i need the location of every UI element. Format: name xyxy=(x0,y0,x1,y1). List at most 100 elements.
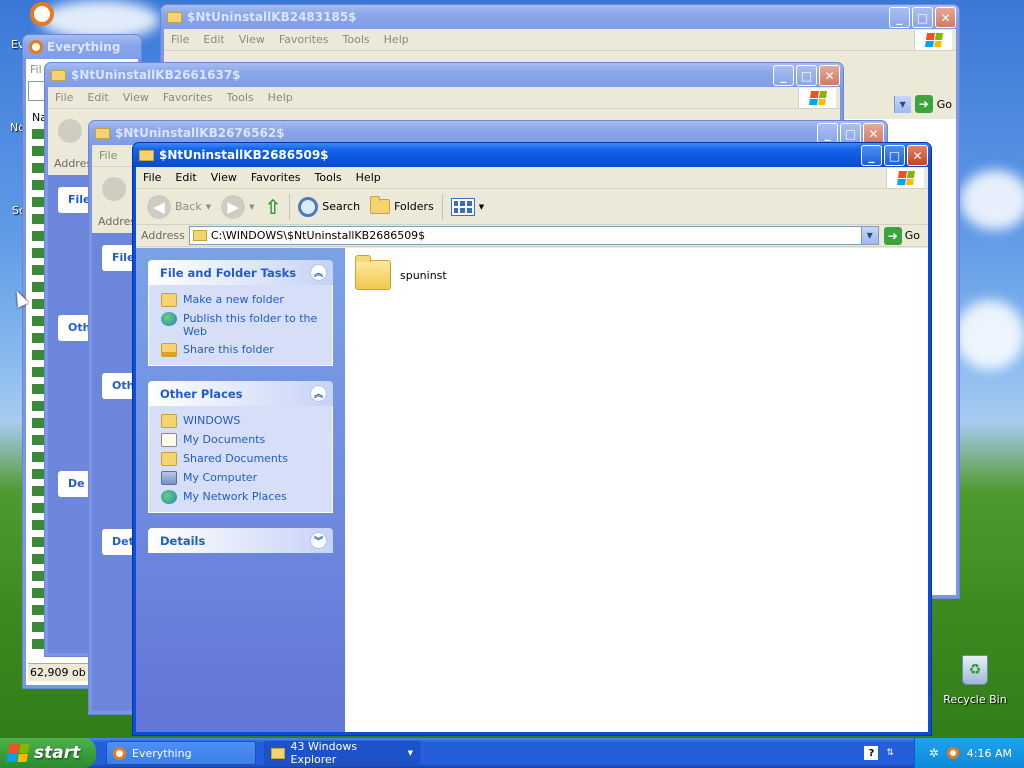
help-icon[interactable]: ? xyxy=(864,746,879,760)
maximize-button[interactable]: □ xyxy=(884,145,905,166)
folders-icon xyxy=(370,196,391,214)
address-label: Addres xyxy=(98,215,137,228)
minimize-button[interactable]: _ xyxy=(817,123,838,144)
recycle-bin-label: Recycle Bin xyxy=(943,693,1007,706)
folders-button[interactable]: Folders xyxy=(365,192,439,222)
menu-help[interactable]: Help xyxy=(261,91,300,104)
menu-file[interactable]: File xyxy=(48,91,80,104)
search-label: Search xyxy=(322,200,361,213)
everything-desktop-icon[interactable] xyxy=(30,2,54,26)
tray-settings-icon[interactable]: ✲ xyxy=(929,746,939,760)
views-button[interactable]: ▼ xyxy=(446,192,489,222)
folder-icon xyxy=(51,69,66,81)
menu-bar: File Edit View Favorites Tools Help xyxy=(164,29,956,51)
toolbar-separator xyxy=(289,193,291,220)
place-windows[interactable]: WINDOWS xyxy=(161,414,322,428)
start-button[interactable]: start xyxy=(0,738,96,768)
search-icon xyxy=(298,196,319,217)
file-name: spuninst xyxy=(400,268,447,282)
address-value: C:\WINDOWS\$NtUninstallKB2686509$ xyxy=(210,229,426,242)
task-make-new-folder[interactable]: Make a new folder xyxy=(161,293,322,307)
menu-view[interactable]: View xyxy=(232,33,272,46)
search-button[interactable]: Search xyxy=(293,192,365,222)
window-titlebar[interactable]: $NtUninstallKB2661637$ _ □ ✕ xyxy=(45,63,843,87)
place-shared-documents[interactable]: Shared Documents xyxy=(161,452,322,466)
taskbar-button-explorer-group[interactable]: 43 Windows Explorer ▼ xyxy=(264,740,420,766)
shared-documents-icon xyxy=(161,452,177,466)
place-my-computer[interactable]: My Computer xyxy=(161,471,322,485)
menu-file[interactable]: File xyxy=(92,149,124,162)
tray-arrows-icon[interactable]: ⇅ xyxy=(886,748,894,758)
go-arrow-icon: ➔ xyxy=(883,226,902,245)
go-label: Go xyxy=(936,97,952,111)
forward-button[interactable]: ▶ ▼ xyxy=(216,192,259,222)
menu-bar: File Edit View Favorites Tools Help xyxy=(48,87,840,109)
collapse-chevron-icon[interactable]: ︽ xyxy=(310,264,327,281)
place-my-network-places[interactable]: My Network Places xyxy=(161,490,322,504)
file-list[interactable]: spuninst xyxy=(345,248,928,732)
close-button[interactable]: ✕ xyxy=(863,123,884,144)
address-input[interactable]: C:\WINDOWS\$NtUninstallKB2686509$ ▼ xyxy=(188,226,879,245)
everything-menu-partial[interactable]: Fil xyxy=(30,63,42,76)
menu-edit[interactable]: Edit xyxy=(80,91,115,104)
back-arrow-icon[interactable] xyxy=(58,119,82,143)
menu-view[interactable]: View xyxy=(204,171,244,184)
menu-edit[interactable]: Edit xyxy=(196,33,231,46)
menu-file[interactable]: File xyxy=(136,171,168,184)
everything-app-icon xyxy=(113,746,126,760)
details-panel: Details ︾ xyxy=(148,528,333,553)
address-dropdown-icon[interactable]: ▼ xyxy=(860,227,878,244)
address-dropdown-icon[interactable]: ▼ xyxy=(893,95,911,113)
panel-header[interactable]: File and Folder Tasks ︽ xyxy=(148,260,333,285)
close-button[interactable]: ✕ xyxy=(907,145,928,166)
window-titlebar[interactable]: $NtUninstallKB2686509$ _ □ ✕ xyxy=(133,143,931,167)
back-arrow-icon[interactable] xyxy=(102,177,126,201)
minimize-button[interactable]: _ xyxy=(889,7,910,28)
minimize-button[interactable]: _ xyxy=(861,145,882,166)
window-title: $NtUninstallKB2661637$ xyxy=(71,68,241,82)
menu-help[interactable]: Help xyxy=(349,171,388,184)
go-area[interactable]: ▼ ➔ Go xyxy=(893,95,952,113)
menu-edit[interactable]: Edit xyxy=(168,171,203,184)
menu-tools[interactable]: Tools xyxy=(308,171,349,184)
maximize-button[interactable]: □ xyxy=(912,7,933,28)
clock[interactable]: 4:16 AM xyxy=(967,747,1012,760)
close-button[interactable]: ✕ xyxy=(819,65,840,86)
back-dropdown-icon[interactable]: ▼ xyxy=(206,203,211,211)
close-button[interactable]: ✕ xyxy=(935,7,956,28)
task-publish-to-web[interactable]: Publish this folder to the Web xyxy=(161,312,322,338)
explorer-window-active[interactable]: $NtUninstallKB2686509$ _ □ ✕ File Edit V… xyxy=(132,142,932,736)
window-titlebar[interactable]: $NtUninstallKB2483185$ _ □ ✕ xyxy=(161,5,959,29)
collapse-chevron-icon[interactable]: ︽ xyxy=(310,385,327,402)
place-label: WINDOWS xyxy=(183,414,241,427)
forward-dropdown-icon[interactable]: ▼ xyxy=(249,203,254,211)
menu-tools[interactable]: Tools xyxy=(220,91,261,104)
minimize-button[interactable]: _ xyxy=(773,65,794,86)
menu-file[interactable]: File xyxy=(164,33,196,46)
menu-tools[interactable]: Tools xyxy=(336,33,377,46)
maximize-button[interactable]: □ xyxy=(840,123,861,144)
expand-chevron-icon[interactable]: ︾ xyxy=(310,532,327,549)
tray-everything-icon[interactable] xyxy=(946,747,959,759)
everything-titlebar[interactable]: Everything xyxy=(23,35,141,59)
back-button[interactable]: ◀ Back ▼ xyxy=(142,192,216,222)
taskbar-button-everything[interactable]: Everything xyxy=(106,741,256,765)
menu-view[interactable]: View xyxy=(116,91,156,104)
task-share-folder[interactable]: Share this folder xyxy=(161,343,322,357)
place-my-documents[interactable]: My Documents xyxy=(161,433,322,447)
up-button[interactable]: ⇧ xyxy=(260,192,287,222)
menu-help[interactable]: Help xyxy=(377,33,416,46)
file-item-spuninst[interactable]: spuninst xyxy=(355,255,447,290)
panel-header[interactable]: Details ︾ xyxy=(148,528,333,553)
menu-favorites[interactable]: Favorites xyxy=(272,33,336,46)
window-title: $NtUninstallKB2483185$ xyxy=(187,10,357,24)
panel-header[interactable]: Other Places ︽ xyxy=(148,381,333,406)
maximize-button[interactable]: □ xyxy=(796,65,817,86)
recycle-bin[interactable]: ♻ Recycle Bin xyxy=(940,655,1010,706)
menu-favorites[interactable]: Favorites xyxy=(244,171,308,184)
task-label: Publish this folder to the Web xyxy=(183,312,318,338)
go-button[interactable]: ➔ Go xyxy=(879,226,928,245)
menu-favorites[interactable]: Favorites xyxy=(156,91,220,104)
window-title: $NtUninstallKB2686509$ xyxy=(159,148,329,162)
network-places-icon xyxy=(161,490,177,504)
